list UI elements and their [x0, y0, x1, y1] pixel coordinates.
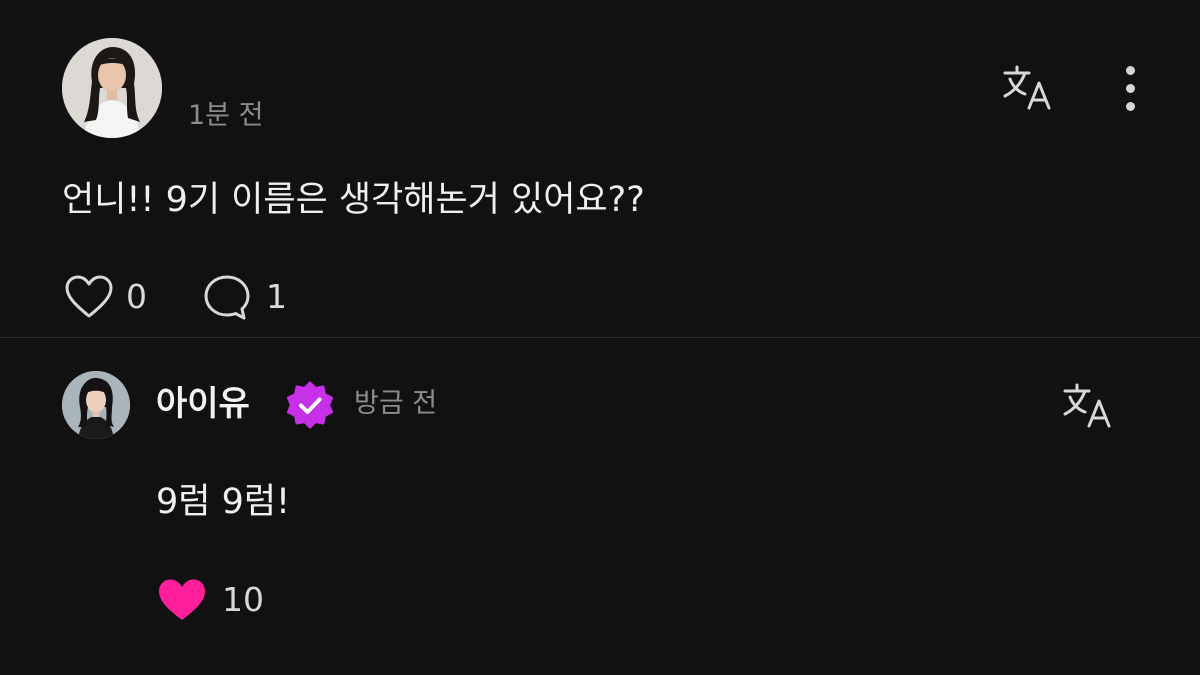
- verified-badge-icon: [286, 381, 334, 429]
- reply-timestamp: 방금 전: [354, 388, 438, 419]
- divider: [0, 337, 1200, 338]
- translate-icon: [1063, 383, 1111, 428]
- more-dot: [1125, 101, 1135, 111]
- more-dot: [1125, 83, 1135, 93]
- user-photo-avatar-icon: [62, 38, 162, 138]
- post-timestamp: 1분 전: [188, 100, 264, 131]
- artist-photo-avatar-icon: [62, 371, 130, 439]
- post-author-avatar[interactable]: [62, 38, 162, 138]
- more-vertical-icon: [1125, 65, 1135, 75]
- post-like-count: 0: [126, 277, 147, 316]
- reply-like-count: 10: [222, 580, 264, 619]
- heart-filled-icon: [159, 579, 205, 620]
- post-reply-button[interactable]: 1: [202, 272, 287, 322]
- reply-author-avatar[interactable]: [62, 371, 130, 439]
- reply-content: 9럼 9럼!: [156, 482, 291, 522]
- post-reply-count: 1: [266, 277, 287, 316]
- heart-outline-icon: [65, 275, 113, 318]
- translate-icon: [1003, 65, 1051, 110]
- comment-icon: [204, 275, 250, 320]
- post-translate-button[interactable]: [1000, 62, 1056, 112]
- reply-translate-button[interactable]: [1060, 380, 1116, 430]
- reply-author-name[interactable]: 아이유: [156, 382, 250, 426]
- post-more-options-button[interactable]: [1106, 60, 1154, 116]
- post-content: 언니!! 9기 이름은 생각해논거 있어요??: [62, 180, 645, 220]
- post-like-button[interactable]: 0: [64, 272, 147, 322]
- reply-like-button[interactable]: 10: [156, 575, 264, 625]
